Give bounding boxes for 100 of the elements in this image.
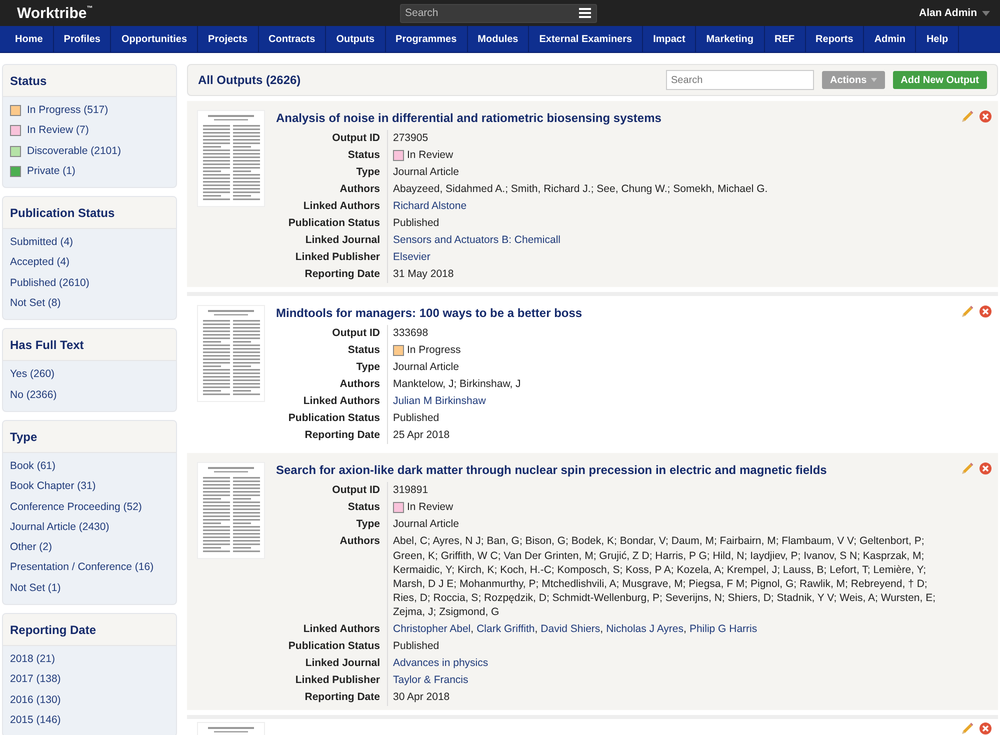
field-label: Linked Journal xyxy=(276,232,388,249)
user-menu[interactable]: Alan Admin xyxy=(919,7,977,19)
nav-link[interactable]: Profiles xyxy=(54,26,112,52)
status-text: In Review xyxy=(407,148,454,163)
field-value: 25 Apr 2018 xyxy=(392,428,451,444)
nav-link[interactable]: Opportunities xyxy=(111,26,198,52)
field-value: 31 May 2018 xyxy=(392,267,455,282)
field-label: Status xyxy=(276,147,388,164)
linked-item[interactable]: David Shiers xyxy=(540,622,600,637)
filter-link[interactable]: Presentation / Conference (16) xyxy=(10,560,169,576)
linked-item[interactable]: Taylor & Francis xyxy=(393,673,468,688)
nav-link[interactable]: Help xyxy=(916,26,960,52)
filter-link[interactable]: Published (2610) xyxy=(10,276,169,292)
field-label: Type xyxy=(276,359,388,376)
status-text: In Progress xyxy=(407,343,461,358)
linked-item[interactable]: Christopher Abel xyxy=(393,622,471,637)
nav-link[interactable]: Contracts xyxy=(258,26,326,52)
filter-link[interactable]: No (2366) xyxy=(10,388,169,403)
field-label: Linked Authors xyxy=(276,621,388,638)
field-label: Status xyxy=(276,499,388,516)
filter-link[interactable]: 2016 (130) xyxy=(10,692,169,708)
field-value: Abel, C; Ayres, N J; Ban, G; Bison, G; Bodek, K; Bondar, V; Daum, M; Fairbairn, M; Flambaum, V V; Geltenbort, P; Green, K; Griffith, W C; Van Der Grinten, M; Grujić, Z D; Harris, P G; Hild, N; Iaydjiev, P; Ivanov, S N; Kasprzak, M; Kermaidic, Y; Kirch, K; Koch, H.-C; Komposch, S; Koss, P A; Kozela, A; Krempel, J; Lauss, B; Lefort, T; Lemière, Y; Marsh, D J E; Mohanmurthy, P; Mtchedlishvili, A; Musgrave, M; Piegsa, F M; Pignol, G; Rawlik, M; Rebreyend, † D; Ries, D; Roccia, S; Rozpędzik, D; Schmidt-Wellenburg, P; Severijns, N; Shiers, D; Stadnik, Y V; Weis, A; Wursten, E; Zejma, J; Zsigmond, G xyxy=(392,534,937,620)
field-label: Output ID xyxy=(276,482,388,499)
field-label: Type xyxy=(276,164,388,181)
field-value: 273905 xyxy=(392,131,430,146)
filter-link[interactable]: Private (1) xyxy=(27,164,76,180)
field-label: Publication Status xyxy=(276,215,388,232)
field-value: Journal Article xyxy=(392,517,460,532)
nav-link[interactable]: Impact xyxy=(643,26,696,52)
field-label: Reporting Date xyxy=(276,266,388,283)
field-label: Linked Publisher xyxy=(276,249,388,266)
filter-link[interactable]: Not Set (8) xyxy=(10,296,169,312)
linked-item[interactable]: Nicholas J Ayres xyxy=(606,622,684,637)
logo[interactable]: Worktribe$^{™}$ xyxy=(17,4,400,22)
panel-title: Publication Status xyxy=(3,197,176,230)
linked-item[interactable]: Julian M Birkinshaw xyxy=(393,394,486,409)
field-label: Status xyxy=(276,342,388,359)
nav-link[interactable]: Projects xyxy=(198,26,259,52)
field-label: Linked Authors xyxy=(276,393,388,410)
field-label: Linked Authors xyxy=(276,198,388,215)
filter-link[interactable]: Yes (260) xyxy=(10,367,169,383)
linked-item[interactable]: Sensors and Actuators B: Chemicall xyxy=(393,233,560,248)
field-value: Published xyxy=(392,639,440,654)
filter-link[interactable]: 2018 (21) xyxy=(10,652,169,668)
panel-title: Type xyxy=(3,420,176,453)
field-label: Publication Status xyxy=(276,638,388,655)
field-label: Linked Journal xyxy=(276,655,388,672)
filter-link[interactable]: Book Chapter (31) xyxy=(10,479,169,495)
filter-link[interactable]: Not Set (1) xyxy=(10,580,169,596)
output-title[interactable]: Analysis of noise in differential and ratiometric biosensing systems xyxy=(276,111,950,125)
field-value: Published xyxy=(392,216,440,232)
field-label: Reporting Date xyxy=(276,427,388,444)
filter-link[interactable]: Journal Article (2430) xyxy=(10,520,169,536)
nav-link[interactable]: Marketing xyxy=(696,26,765,52)
nav-link[interactable]: REF xyxy=(764,26,806,52)
linked-item[interactable]: Philip G Harris xyxy=(689,622,758,637)
field-value: 333698 xyxy=(392,326,430,342)
search-field[interactable]: Search xyxy=(400,4,597,22)
nav-link[interactable]: Programmes xyxy=(386,26,468,52)
nav-link[interactable]: Reports xyxy=(806,26,864,52)
separator-text: , xyxy=(684,622,686,637)
field-label: Output ID xyxy=(276,130,388,147)
field-label: Linked Publisher xyxy=(276,672,388,689)
field-label: Reporting Date xyxy=(276,689,388,706)
field-label: Authors xyxy=(276,533,388,621)
linked-item[interactable]: Advances in physics xyxy=(393,656,488,671)
output-title[interactable]: Mindtools for managers: 100 ways to be a better boss xyxy=(276,306,950,320)
field-value: Journal Article xyxy=(392,165,460,180)
nav-link[interactable]: Modules xyxy=(468,26,530,52)
filter-link[interactable]: Other (2) xyxy=(10,540,169,556)
filter-link[interactable]: Conference Proceeding (52) xyxy=(10,500,169,515)
filter-link[interactable]: In Progress (517) xyxy=(27,103,108,118)
field-label: Output ID xyxy=(276,325,388,342)
filter-link[interactable]: In Review (7) xyxy=(27,123,89,139)
field-label: Authors xyxy=(276,376,388,393)
page-title: All Outputs (2626) xyxy=(198,73,301,87)
linked-item[interactable]: Richard Alstone xyxy=(393,199,467,214)
field-label: Publication Status xyxy=(276,410,388,427)
field-value: 319891 xyxy=(392,483,430,498)
field-value: Manktelow, J; Birkinshaw, J xyxy=(392,377,522,392)
filter-link[interactable]: Discoverable (2101) xyxy=(27,144,121,159)
field-label: Type xyxy=(276,516,388,533)
nav-link[interactable]: Admin xyxy=(864,26,916,52)
output-title[interactable]: Search for axion-like dark matter through nuclear spin precession in electric and magnetic fields xyxy=(276,463,950,477)
filter-link[interactable]: Submitted (4) xyxy=(10,235,169,250)
nav-link[interactable]: Outputs xyxy=(326,26,386,52)
linked-item[interactable]: Clark Griffith xyxy=(476,622,535,637)
filter-link[interactable]: 2015 (146) xyxy=(10,712,169,728)
filter-link[interactable]: Accepted (4) xyxy=(10,255,169,271)
separator-text: , xyxy=(470,622,474,637)
field-value: Published xyxy=(392,411,440,426)
field-label: Authors xyxy=(276,181,388,198)
filter-link[interactable]: 2017 (138) xyxy=(10,672,169,688)
nav-link[interactable]: External Examiners xyxy=(529,26,644,52)
status-text: In Review xyxy=(407,500,454,515)
panel-title: Has Full Text xyxy=(3,329,176,362)
nav-link[interactable]: Home xyxy=(5,26,54,52)
separator-text: , xyxy=(534,622,538,637)
linked-item[interactable]: Elsevier xyxy=(393,250,430,265)
filter-link[interactable]: Book (61) xyxy=(10,458,169,474)
